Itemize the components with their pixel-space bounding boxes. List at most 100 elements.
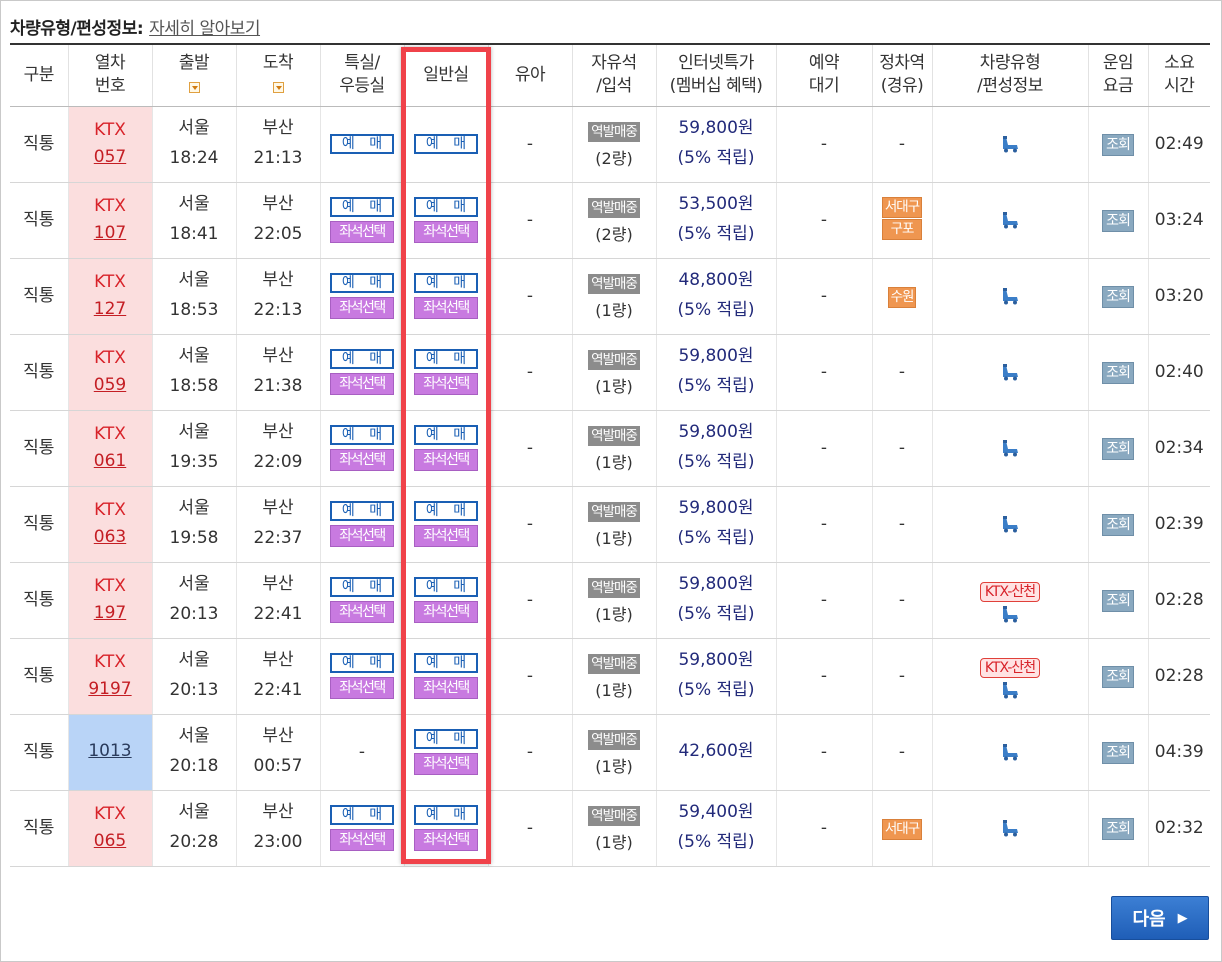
special-reserve-button[interactable]: 예 매 (330, 349, 394, 369)
special-seat-select-button[interactable]: 좌석선택 (330, 449, 394, 471)
cell-free-seat: 역발매중 (2량) (571, 182, 656, 259)
membership-benefit: (5% 적립) (677, 452, 755, 472)
cell-waitlist: - (775, 258, 872, 335)
train-car-icon[interactable] (935, 287, 1086, 305)
onsite-sale-badge: 역발매중 (588, 197, 640, 218)
header-infant: 유아 (487, 43, 572, 107)
depart-station: 서울 (178, 194, 210, 215)
general-seat-select-button[interactable]: 좌석선택 (414, 221, 478, 243)
train-number-link[interactable]: 065 (71, 828, 150, 855)
general-reserve-button[interactable]: 예 매 (414, 501, 478, 521)
fare-lookup-button[interactable]: 조회 (1102, 285, 1134, 308)
general-reserve-button[interactable]: 예 매 (414, 805, 478, 825)
infant-empty: - (526, 665, 534, 686)
stop-stations: 수원 (887, 286, 917, 308)
general-seat-select-button[interactable]: 좌석선택 (414, 373, 478, 395)
duration: 02:49 (1154, 133, 1204, 154)
train-car-icon[interactable] (935, 439, 1086, 457)
general-reserve-button[interactable]: 예 매 (414, 577, 478, 597)
general-reserve-button[interactable]: 예 매 (414, 653, 478, 673)
train-car-icon[interactable] (935, 515, 1086, 533)
train-number-link[interactable]: 9197 (71, 676, 150, 703)
special-reserve-button[interactable]: 예 매 (330, 134, 394, 154)
special-reserve-button[interactable]: 예 매 (330, 501, 394, 521)
special-seat-select-button[interactable]: 좌석선택 (330, 677, 394, 699)
onsite-sale-badge: 역발매중 (588, 653, 640, 674)
fare-lookup-button[interactable]: 조회 (1102, 209, 1134, 232)
train-number-link[interactable]: 107 (71, 220, 150, 247)
general-seat-select-button[interactable]: 좌석선택 (414, 829, 478, 851)
train-number-link[interactable]: 063 (71, 524, 150, 551)
train-number-link[interactable]: 1013 (71, 738, 150, 765)
special-reserve-button[interactable]: 예 매 (330, 653, 394, 673)
general-reserve-button[interactable]: 예 매 (414, 425, 478, 445)
sort-down-icon[interactable] (272, 81, 284, 93)
fare-lookup-button[interactable]: 조회 (1102, 361, 1134, 384)
general-reserve-button[interactable]: 예 매 (414, 349, 478, 369)
cell-car-type (931, 334, 1088, 411)
cell-general: 예 매좌석선택 (403, 714, 488, 791)
special-seat-select-button[interactable]: 좌석선택 (330, 525, 394, 547)
train-car-icon[interactable] (935, 363, 1086, 381)
special-reserve-button[interactable]: 예 매 (330, 577, 394, 597)
arrive-station: 부산 (262, 498, 294, 519)
fare-lookup-button[interactable]: 조회 (1102, 437, 1134, 460)
fare-lookup-button[interactable]: 조회 (1102, 817, 1134, 840)
sort-down-icon[interactable] (188, 81, 200, 93)
general-seat-select-button[interactable]: 좌석선택 (414, 449, 478, 471)
special-seat-select-button[interactable]: 좌석선택 (330, 373, 394, 395)
train-row: 직통 KTX 127 서울 18:53 부산 22:13 예 매 좌석선택 예 매 좌석선택 - 역발매… (10, 258, 1210, 335)
train-car-icon[interactable] (935, 743, 1086, 761)
cell-infant: - (487, 714, 572, 791)
membership-benefit: (5% 적립) (677, 224, 755, 244)
fare-lookup-button[interactable]: 조회 (1102, 665, 1134, 688)
train-number-link[interactable]: 197 (71, 600, 150, 627)
train-number-link[interactable]: 127 (71, 296, 150, 323)
special-reserve-button[interactable]: 예 매 (330, 273, 394, 293)
special-seat-select-button[interactable]: 좌석선택 (330, 221, 394, 243)
cell-waitlist: - (775, 714, 872, 791)
special-seat-select-button[interactable]: 좌석선택 (330, 829, 394, 851)
train-car-icon[interactable] (935, 681, 1086, 699)
cell-train-no: KTX 063 (67, 486, 152, 563)
special-seat-select-button[interactable]: 좌석선택 (330, 601, 394, 623)
train-car-icon[interactable] (935, 135, 1086, 153)
train-number-link[interactable]: 061 (71, 448, 150, 475)
train-car-icon[interactable] (935, 211, 1086, 229)
depart-station: 서울 (178, 726, 210, 747)
cell-special: 예 매좌석선택 (319, 638, 404, 715)
general-reserve-button[interactable]: 예 매 (414, 729, 478, 749)
fare-lookup-button[interactable]: 조회 (1102, 589, 1134, 612)
special-reserve-button[interactable]: 예 매 (330, 805, 394, 825)
fare-lookup-button[interactable]: 조회 (1102, 513, 1134, 536)
train-car-icon[interactable] (935, 605, 1086, 623)
general-seat-select-button[interactable]: 좌석선택 (414, 601, 478, 623)
general-seat-select-button[interactable]: 좌석선택 (414, 753, 478, 775)
general-seat-select-button[interactable]: 좌석선택 (414, 525, 478, 547)
general-reserve-button[interactable]: 예 매 (414, 134, 478, 154)
stop-station-badge: 서대구 (881, 818, 923, 840)
general-reserve-button[interactable]: 예 매 (414, 197, 478, 217)
train-row: 직통 KTX 061 서울 19:35 부산 22:09 예 매 좌석선택 예 매 좌석선택 - 역발매… (10, 410, 1210, 487)
cell-stops: - (871, 638, 932, 715)
cell-stops: - (871, 562, 932, 639)
train-car-icon[interactable] (935, 819, 1086, 837)
fare-lookup-button[interactable]: 조회 (1102, 741, 1134, 764)
cell-car-type (931, 106, 1088, 183)
next-page-button[interactable]: 다음 ▶ (1111, 896, 1209, 940)
special-seat-select-button[interactable]: 좌석선택 (330, 297, 394, 319)
train-row: 직통 KTX 057 서울 18:24 부산 21:13 예 매 예 매 - 역발매중 (2량) 59,… (10, 106, 1210, 183)
general-seat-select-button[interactable]: 좌석선택 (414, 677, 478, 699)
learn-more-link[interactable]: 자세히 알아보기 (149, 19, 260, 39)
train-number-link[interactable]: 057 (71, 144, 150, 171)
arrive-station: 부산 (262, 422, 294, 443)
cell-special: 예 매좌석선택 (319, 410, 404, 487)
fare-lookup-button[interactable]: 조회 (1102, 133, 1134, 156)
special-reserve-button[interactable]: 예 매 (330, 425, 394, 445)
special-reserve-button[interactable]: 예 매 (330, 197, 394, 217)
general-reserve-button[interactable]: 예 매 (414, 273, 478, 293)
ktx-sancheon-badge: KTX-산천 (979, 657, 1041, 678)
depart-station: 서울 (178, 498, 210, 519)
train-number-link[interactable]: 059 (71, 372, 150, 399)
general-seat-select-button[interactable]: 좌석선택 (414, 297, 478, 319)
